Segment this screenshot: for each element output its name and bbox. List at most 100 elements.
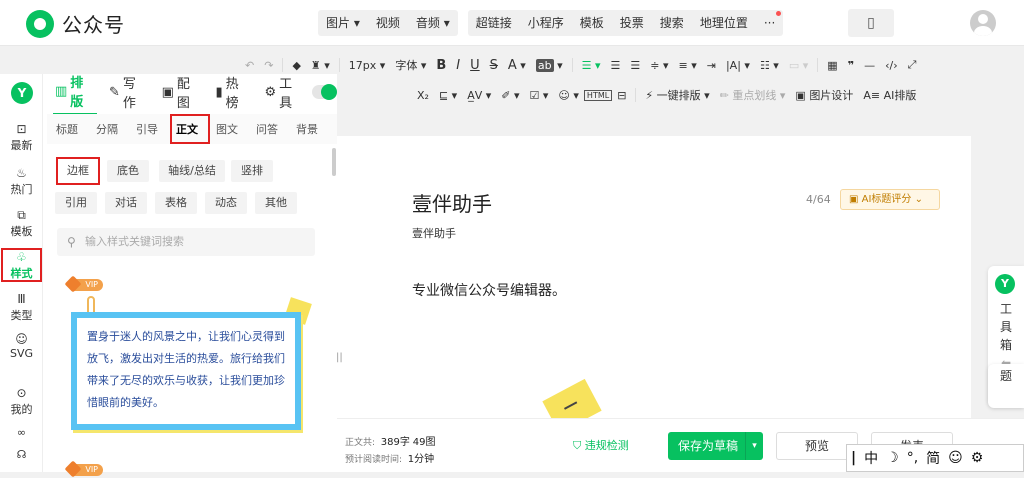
code-icon[interactable]: ‹/› — [880, 59, 903, 72]
highlight-line-button[interactable]: ✏ 重点划线 ▾ — [715, 87, 791, 103]
emoji-icon[interactable]: ☺ — [948, 450, 963, 466]
format-match-icon[interactable]: ⊑ ▾ — [434, 89, 462, 102]
chevron-down-icon[interactable]: ▾ — [745, 432, 763, 460]
insert-location-button[interactable]: 地理位置 — [692, 10, 756, 36]
layout-icon: ▥ — [55, 83, 68, 99]
style-tab-background[interactable]: 背景 — [296, 121, 318, 137]
sidebar-item-mine[interactable]: ⊙ 我的 — [0, 386, 43, 417]
yiban-logo-icon[interactable]: Y — [11, 82, 33, 104]
more-button[interactable]: ··· — [756, 10, 783, 36]
sidebar-item-latest[interactable]: ⊡ 最新 — [0, 122, 43, 153]
panel-tabs: ▥ 排版 ✎ 写作 ▣ 配图 ▮ 热榜 ⚙ 工具 — [43, 74, 338, 115]
paragraph-spacing-icon[interactable]: ≡ ▾ — [674, 59, 702, 72]
magic-icon[interactable]: ✐ ▾ — [496, 89, 524, 102]
italic-button[interactable]: I — [451, 58, 465, 73]
chip-animation[interactable]: 动态 — [205, 192, 247, 214]
insert-search-button[interactable]: 搜索 — [652, 10, 692, 36]
ai-title-score-button[interactable]: ▣ AI标题评分 ⌄ — [840, 189, 940, 210]
sidebar-item-hot[interactable]: ♨ 热门 — [0, 166, 43, 197]
insert-audio-button[interactable]: 音频 ▾ — [408, 10, 458, 36]
style-tab-qa[interactable]: 问答 — [256, 121, 278, 137]
divider — [817, 58, 819, 72]
background-color-button[interactable]: ab ▾ — [531, 58, 568, 72]
chip-vertical[interactable]: 竖排 — [231, 160, 273, 182]
list-style-icon[interactable]: ▭ ▾ — [784, 59, 813, 72]
ime-mode-chinese[interactable]: 中 — [864, 448, 878, 468]
insert-image-button[interactable]: 图片 ▾ — [318, 10, 368, 36]
moon-icon[interactable]: ☽ — [886, 450, 899, 466]
panel-collapse-handle[interactable]: || — [336, 352, 343, 363]
sidebar-item-svg[interactable]: ☺ SVG — [0, 332, 43, 360]
avatar[interactable] — [970, 10, 996, 36]
gear-icon[interactable]: ⚙ — [971, 450, 984, 466]
align-center-icon[interactable]: ☰ — [606, 59, 626, 72]
article-author[interactable]: 壹伴助手 — [412, 225, 456, 241]
insert-vote-button[interactable]: 投票 — [612, 10, 652, 36]
sidebar-item-support[interactable]: ☊ — [0, 448, 43, 461]
tab-write[interactable]: ✎ 写作 — [107, 70, 150, 114]
emoji-icon[interactable]: ☺ ▾ — [553, 89, 584, 102]
highlight-box — [170, 114, 210, 144]
strikethrough-button[interactable]: S — [485, 58, 503, 73]
align-left-icon[interactable]: ☰ ▾ — [577, 59, 606, 72]
indent-icon[interactable]: ⇥ — [702, 59, 721, 72]
quote-icon[interactable]: ❞ — [843, 59, 859, 72]
insert-video-button[interactable]: 视频 — [368, 10, 408, 36]
save-draft-button[interactable]: 保存为草稿 ▾ — [668, 432, 763, 460]
article-title[interactable]: 壹伴助手 — [412, 188, 492, 217]
image-design-button[interactable]: ▣ 图片设计 — [790, 87, 858, 103]
chip-axis-summary[interactable]: 轴线/总结 — [159, 160, 225, 182]
table-icon[interactable]: ▦ — [822, 59, 842, 72]
letter-spacing-icon[interactable]: |A| ▾ — [721, 59, 755, 72]
font-size-select[interactable]: 17px ▾ — [344, 59, 391, 72]
style-tab-guide[interactable]: 引导 — [136, 121, 158, 137]
underline-button[interactable]: U — [465, 58, 485, 73]
chip-quote[interactable]: 引用 — [55, 192, 97, 214]
style-tab-title[interactable]: 标题 — [56, 121, 78, 137]
insert-link-button[interactable]: 超链接 — [468, 10, 520, 36]
panel-toggle[interactable] — [311, 84, 338, 100]
style-search-input[interactable]: ⚲ 输入样式关键词搜索 — [57, 228, 315, 256]
style-tab-divider[interactable]: 分隔 — [96, 121, 118, 137]
align-right-icon[interactable]: ☰ — [625, 59, 645, 72]
punctuation-icon[interactable]: °, — [907, 450, 918, 466]
html-icon[interactable]: HTML — [583, 89, 613, 101]
font-family-select[interactable]: 字体 ▾ — [390, 57, 431, 73]
side-tab-question[interactable]: 题 — [988, 364, 1024, 408]
sidebar-item-type[interactable]: Ⅲ 类型 — [0, 292, 43, 323]
divider-line-icon[interactable]: — — [859, 59, 880, 72]
style-sample-card[interactable]: 置身于迷人的风景之中，让我们心灵得到放飞，激发出对生活的热爱。旅行给我们带来了无… — [71, 312, 301, 430]
font-color-button[interactable]: A ▾ — [503, 58, 531, 73]
briefcase-icon[interactable]: ⊟ — [612, 89, 631, 102]
bold-button[interactable]: B — [431, 58, 451, 73]
insert-template-button[interactable]: 模板 — [572, 10, 612, 36]
chip-dialog[interactable]: 对话 — [105, 192, 147, 214]
style-tab-image-text[interactable]: 图文 — [216, 121, 238, 137]
subscript-icon[interactable]: X₂ — [412, 89, 434, 102]
ai-layout-button[interactable]: A≡ AI排版 — [858, 87, 921, 103]
fullscreen-icon[interactable]: ⤢ — [903, 58, 922, 72]
mobile-preview-button[interactable]: ▯ — [848, 9, 894, 37]
insert-miniprogram-button[interactable]: 小程序 — [520, 10, 572, 36]
panel-scrollbar[interactable] — [332, 148, 336, 176]
ime-simplified[interactable]: 简 — [926, 448, 940, 468]
sidebar-item-template[interactable]: ⧉ 模板 — [0, 208, 43, 239]
tab-layout[interactable]: ▥ 排版 — [53, 69, 97, 115]
list-icon[interactable]: ☷ ▾ — [755, 59, 784, 72]
one-click-layout-button[interactable]: ⚡ 一键排版 ▾ — [640, 87, 714, 103]
ime-drag-handle[interactable]: | — [851, 450, 856, 466]
sidebar-item-more[interactable]: ∞ — [0, 426, 43, 439]
checkbox-icon[interactable]: ☑ ▾ — [525, 89, 554, 102]
chip-table[interactable]: 表格 — [155, 192, 197, 214]
logo[interactable]: 公众号 — [26, 9, 125, 38]
tab-tools[interactable]: ⚙ 工具 — [263, 70, 306, 114]
line-height-icon[interactable]: ≑ ▾ — [645, 59, 673, 72]
article-body[interactable]: 专业微信公众号编辑器。 — [412, 280, 566, 300]
tab-image[interactable]: ▣ 配图 — [160, 70, 204, 114]
chip-other[interactable]: 其他 — [255, 192, 297, 214]
chip-shading[interactable]: 底色 — [107, 160, 149, 182]
violation-check-button[interactable]: ⛉ 违规检测 — [573, 437, 629, 453]
tab-hot-list[interactable]: ▮ 热榜 — [214, 70, 253, 114]
format-brush-icon[interactable]: ♜ ▾ — [306, 59, 335, 72]
spacing-icon[interactable]: A̲V ▾ — [462, 89, 496, 102]
